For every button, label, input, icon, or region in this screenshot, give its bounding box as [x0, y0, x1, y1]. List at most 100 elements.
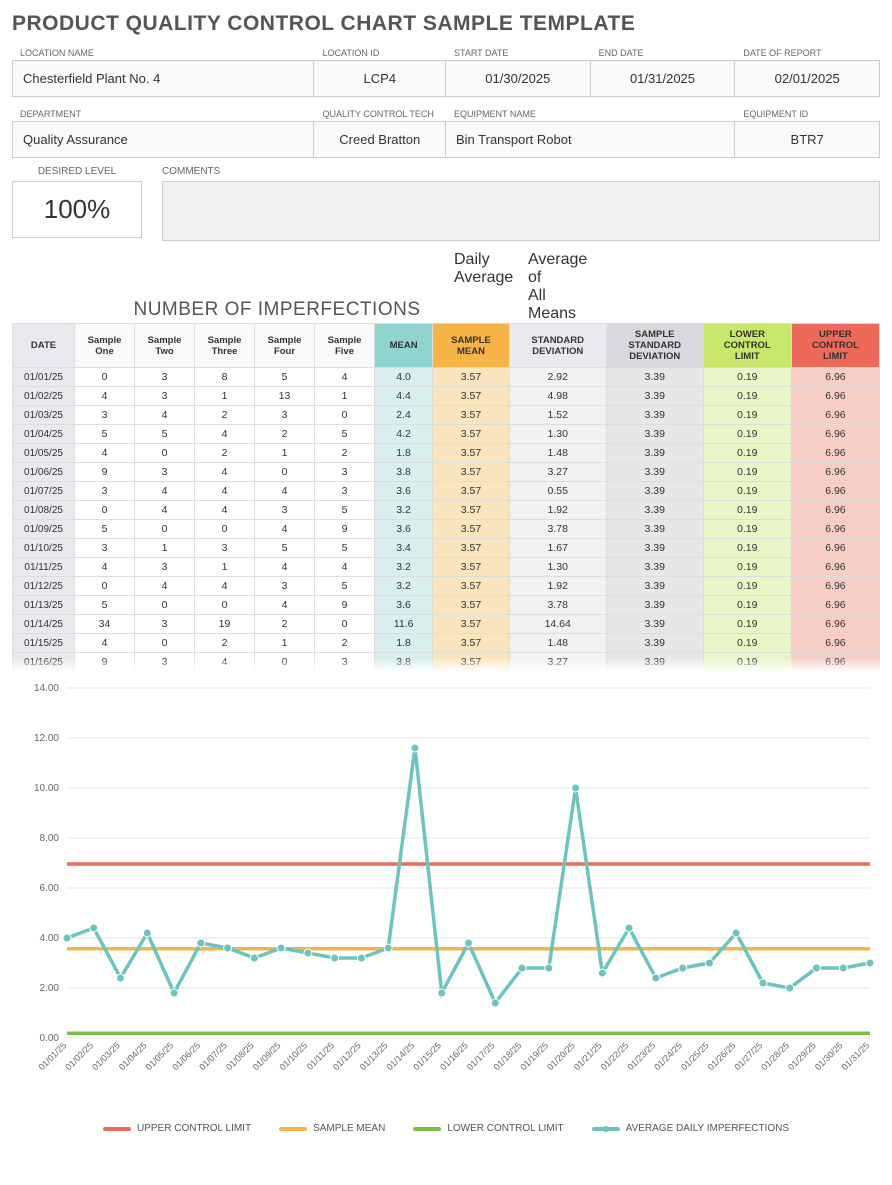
svg-text:01/06/25: 01/06/25 — [170, 1040, 202, 1072]
th-s3: Sample Three — [195, 324, 255, 368]
svg-text:01/02/25: 01/02/25 — [63, 1040, 95, 1072]
meta-row-1: LOCATION NAMEChesterfield Plant No. 4 LO… — [12, 44, 880, 97]
svg-text:10.00: 10.00 — [34, 783, 59, 794]
table-row: 01/10/25313553.43.571.673.390.196.96 — [13, 539, 880, 558]
comments-box[interactable] — [162, 181, 880, 241]
svg-text:01/10/25: 01/10/25 — [277, 1040, 309, 1072]
th-mean: MEAN — [375, 324, 433, 368]
svg-text:01/14/25: 01/14/25 — [385, 1040, 417, 1072]
value-report-date[interactable]: 02/01/2025 — [735, 60, 880, 97]
label-start-date: START DATE — [446, 44, 591, 60]
label-equipment-id: EQUIPMENT ID — [735, 105, 880, 121]
value-start-date[interactable]: 01/30/2025 — [446, 60, 591, 97]
control-chart: 0.00 2.00 4.00 6.00 8.00 10.00 12.00 14.00 01/01… — [12, 678, 880, 1134]
page-title: PRODUCT QUALITY CONTROL CHART SAMPLE TEM… — [12, 12, 880, 36]
legend-avg: AVERAGE DAILY IMPERFECTIONS — [592, 1123, 789, 1134]
table-row: 01/06/25934033.83.573.273.390.196.96 — [13, 463, 880, 482]
th-s1: Sample One — [75, 324, 135, 368]
value-department[interactable]: Quality Assurance — [12, 121, 314, 158]
table-row: 01/12/25044353.23.571.923.390.196.96 — [13, 577, 880, 596]
svg-text:01/22/25: 01/22/25 — [599, 1040, 631, 1072]
table-row: 01/02/254311314.43.574.983.390.196.96 — [13, 387, 880, 406]
svg-text:01/31/25: 01/31/25 — [840, 1040, 872, 1072]
th-std: STANDARD DEVIATION — [509, 324, 606, 368]
svg-text:01/28/25: 01/28/25 — [759, 1040, 791, 1072]
table-row: 01/11/25431443.23.571.303.390.196.96 — [13, 558, 880, 577]
th-sstd: SAMPLE STANDARD DEVIATION — [606, 324, 703, 368]
svg-text:01/30/25: 01/30/25 — [813, 1040, 845, 1072]
table-row: 01/09/25500493.63.573.783.390.196.96 — [13, 520, 880, 539]
svg-text:01/01/25: 01/01/25 — [37, 1040, 69, 1072]
svg-text:01/13/25: 01/13/25 — [358, 1040, 390, 1072]
svg-text:01/26/25: 01/26/25 — [706, 1040, 738, 1072]
svg-text:4.00: 4.00 — [40, 933, 60, 944]
table-row: 01/05/25402121.83.571.483.390.196.96 — [13, 444, 880, 463]
th-s5: Sample Five — [315, 324, 375, 368]
label-department: DEPARTMENT — [12, 105, 314, 121]
table-fade — [12, 658, 880, 672]
svg-text:01/11/25: 01/11/25 — [305, 1040, 336, 1071]
svg-text:2.00: 2.00 — [40, 983, 60, 994]
sub-daily-avg: Daily Average — [452, 251, 526, 323]
svg-text:01/24/25: 01/24/25 — [652, 1040, 684, 1072]
meta-row-2: DEPARTMENTQuality Assurance QUALITY CONT… — [12, 105, 880, 158]
label-report-date: DATE OF REPORT — [735, 44, 880, 60]
label-location-id: LOCATION ID — [314, 44, 446, 60]
value-equipment[interactable]: Bin Transport Robot — [446, 121, 735, 158]
chart-svg: 0.00 2.00 4.00 6.00 8.00 10.00 12.00 14.00 01/01… — [12, 678, 880, 1108]
label-tech: QUALITY CONTROL TECH — [314, 105, 446, 121]
svg-text:6.00: 6.00 — [40, 883, 60, 894]
desired-block: DESIRED LEVEL 100% — [12, 166, 142, 241]
th-lcl: LOWER CONTROL LIMIT — [703, 324, 791, 368]
svg-text:12.00: 12.00 — [34, 733, 59, 744]
label-equipment: EQUIPMENT NAME — [446, 105, 735, 121]
comments-label: COMMENTS — [162, 166, 880, 177]
value-location-id[interactable]: LCP4 — [314, 60, 446, 97]
table-row: 01/14/25343192011.63.5714.643.390.196.96 — [13, 615, 880, 634]
svg-text:8.00: 8.00 — [40, 833, 60, 844]
svg-text:01/18/25: 01/18/25 — [492, 1040, 524, 1072]
desired-value[interactable]: 100% — [12, 181, 142, 238]
svg-text:01/05/25: 01/05/25 — [144, 1040, 176, 1072]
table-row: 01/08/25044353.23.571.923.390.196.96 — [13, 501, 880, 520]
svg-text:01/23/25: 01/23/25 — [625, 1040, 657, 1072]
th-s2: Sample Two — [135, 324, 195, 368]
svg-text:01/09/25: 01/09/25 — [251, 1040, 283, 1072]
label-end-date: END DATE — [591, 44, 736, 60]
value-location-name[interactable]: Chesterfield Plant No. 4 — [12, 60, 314, 97]
sub-avg-means: Average of All Means — [526, 251, 600, 323]
th-s4: Sample Four — [255, 324, 315, 368]
svg-text:14.00: 14.00 — [34, 683, 59, 694]
value-equipment-id[interactable]: BTR7 — [735, 121, 880, 158]
th-smean: SAMPLE MEAN — [433, 324, 510, 368]
svg-text:01/19/25: 01/19/25 — [518, 1040, 550, 1072]
svg-text:01/29/25: 01/29/25 — [786, 1040, 818, 1072]
svg-text:0.00: 0.00 — [40, 1033, 60, 1044]
svg-text:01/25/25: 01/25/25 — [679, 1040, 711, 1072]
desired-label: DESIRED LEVEL — [12, 166, 142, 177]
svg-text:01/04/25: 01/04/25 — [117, 1040, 149, 1072]
table-row: 01/01/25038544.03.572.923.390.196.96 — [13, 368, 880, 387]
value-tech[interactable]: Creed Bratton — [314, 121, 446, 158]
table-row: 01/04/25554254.23.571.303.390.196.96 — [13, 425, 880, 444]
svg-text:01/17/25: 01/17/25 — [465, 1040, 497, 1072]
svg-text:01/21/25: 01/21/25 — [572, 1040, 604, 1072]
svg-text:01/15/25: 01/15/25 — [411, 1040, 443, 1072]
svg-text:01/12/25: 01/12/25 — [331, 1040, 363, 1072]
table-row: 01/15/25402121.83.571.483.390.196.96 — [13, 634, 880, 653]
table-header-row: DATE Sample One Sample Two Sample Three … — [13, 324, 880, 368]
section-title: NUMBER OF IMPERFECTIONS — [112, 299, 442, 321]
data-table: DATE Sample One Sample Two Sample Three … — [12, 323, 880, 672]
svg-text:01/07/25: 01/07/25 — [197, 1040, 229, 1072]
svg-text:01/03/25: 01/03/25 — [90, 1040, 122, 1072]
th-ucl: UPPER CONTROL LIMIT — [791, 324, 879, 368]
table-row: 01/07/25344433.63.570.553.390.196.96 — [13, 482, 880, 501]
legend-ucl: UPPER CONTROL LIMIT — [103, 1123, 251, 1134]
legend-lcl: LOWER CONTROL LIMIT — [413, 1123, 563, 1134]
svg-text:01/08/25: 01/08/25 — [224, 1040, 256, 1072]
svg-text:01/16/25: 01/16/25 — [438, 1040, 470, 1072]
value-end-date[interactable]: 01/31/2025 — [591, 60, 736, 97]
svg-text:01/27/25: 01/27/25 — [732, 1040, 764, 1072]
chart-legend: UPPER CONTROL LIMIT SAMPLE MEAN LOWER CO… — [12, 1123, 880, 1134]
label-location-name: LOCATION NAME — [12, 44, 314, 60]
